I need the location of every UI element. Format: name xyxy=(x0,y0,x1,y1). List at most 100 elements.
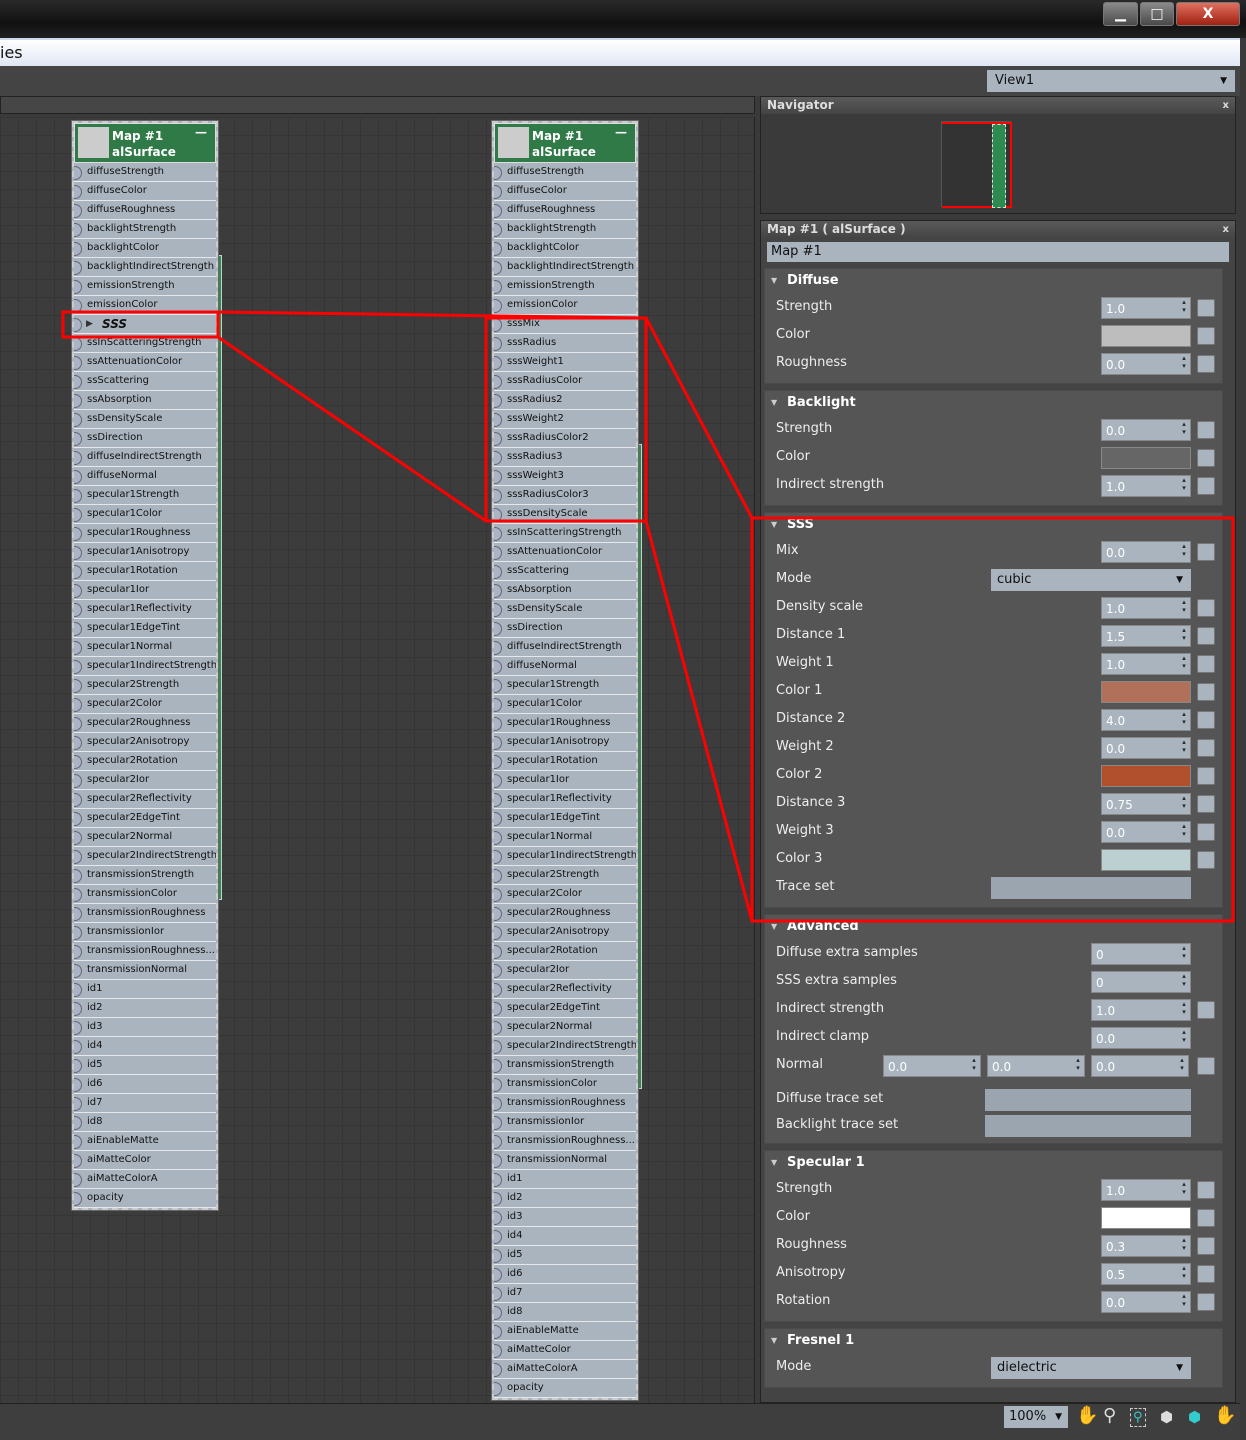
input-port[interactable]: transmissionStrength xyxy=(494,1056,636,1075)
input-port[interactable]: emissionColor xyxy=(494,296,636,315)
map-button[interactable] xyxy=(1197,477,1215,495)
node-header[interactable]: Map #1 alSurface — xyxy=(494,123,636,163)
input-port[interactable]: id5 xyxy=(494,1246,636,1265)
map-button[interactable] xyxy=(1197,739,1215,757)
input-port[interactable]: specular1Rotation xyxy=(494,752,636,771)
input-port[interactable]: specular1Reflectivity xyxy=(494,790,636,809)
input-port[interactable]: id5 xyxy=(74,1056,216,1075)
input-port[interactable]: diffuseIndirectStrength xyxy=(494,638,636,657)
value-spinner[interactable]: 0.0 xyxy=(1101,353,1191,375)
input-port[interactable]: diffuseStrength xyxy=(74,163,216,182)
input-port[interactable]: specular2EdgeTint xyxy=(494,999,636,1018)
map-name-field[interactable]: Map #1 xyxy=(767,242,1229,262)
map-button[interactable] xyxy=(1197,851,1215,869)
collapse-button[interactable]: — xyxy=(195,125,207,139)
input-port[interactable]: specular1Strength xyxy=(74,486,216,505)
input-port[interactable]: sssDensityScale xyxy=(494,505,636,524)
input-port[interactable]: specular2Normal xyxy=(74,828,216,847)
input-port[interactable]: specular2Ior xyxy=(74,771,216,790)
value-spinner[interactable]: 1.0 xyxy=(1101,1179,1191,1201)
input-port[interactable]: specular1Rotation xyxy=(74,562,216,581)
close-icon[interactable]: x xyxy=(1223,221,1229,238)
value-spinner[interactable]: 1.5 xyxy=(1101,625,1191,647)
input-port[interactable]: aiMatteColor xyxy=(74,1151,216,1170)
zoom-region-icon[interactable]: ⚲ xyxy=(1130,1408,1146,1427)
mode-dropdown[interactable]: cubic xyxy=(991,569,1191,591)
map-button[interactable] xyxy=(1197,683,1215,701)
input-port[interactable]: ssInScatteringStrength xyxy=(74,334,216,353)
pan-mode-hand-icon[interactable]: ✋ xyxy=(1214,1405,1236,1426)
input-port[interactable]: id7 xyxy=(494,1284,636,1303)
input-port[interactable]: specular2Rotation xyxy=(74,752,216,771)
input-port[interactable]: id3 xyxy=(74,1018,216,1037)
input-port[interactable]: transmissionRoughness xyxy=(494,1094,636,1113)
input-port[interactable]: specular1Anisotropy xyxy=(74,543,216,562)
input-port[interactable]: ssAbsorption xyxy=(74,391,216,410)
input-port[interactable]: aiMatteColorA xyxy=(74,1170,216,1189)
input-port[interactable]: backlightStrength xyxy=(494,220,636,239)
node-map1-left[interactable]: Map #1 alSurface — diffuseStrength diffuseCo… xyxy=(71,120,219,1211)
input-port[interactable]: ssScattering xyxy=(494,562,636,581)
input-port[interactable]: specular1EdgeTint xyxy=(74,619,216,638)
input-port[interactable]: specular2IndirectStrength xyxy=(74,847,216,866)
input-port[interactable]: specular2Rotation xyxy=(494,942,636,961)
input-port[interactable]: backlightColor xyxy=(74,239,216,258)
minimize-button[interactable]: ▁ xyxy=(1103,2,1138,26)
value-spinner[interactable]: 4.0 xyxy=(1101,709,1191,731)
map-button[interactable] xyxy=(1197,1237,1215,1255)
collapse-button[interactable]: — xyxy=(615,125,627,139)
input-port[interactable]: sssRadiusColor3 xyxy=(494,486,636,505)
input-port[interactable]: specular2Strength xyxy=(494,866,636,885)
input-port[interactable]: backlightIndirectStrength xyxy=(74,258,216,277)
map-button[interactable] xyxy=(1197,1293,1215,1311)
input-port[interactable]: transmissionColor xyxy=(74,885,216,904)
input-port[interactable]: specular1Normal xyxy=(74,638,216,657)
input-port[interactable]: ssDensityScale xyxy=(74,410,216,429)
input-port[interactable]: specular1Color xyxy=(74,505,216,524)
trace-set-field[interactable] xyxy=(985,1089,1191,1111)
input-port[interactable]: sssRadius xyxy=(494,334,636,353)
input-port[interactable]: specular2Strength xyxy=(74,676,216,695)
input-port[interactable]: id1 xyxy=(74,980,216,999)
zoom-select[interactable]: 100% ▼ xyxy=(1004,1406,1068,1428)
map-button[interactable] xyxy=(1197,795,1215,813)
color-swatch[interactable] xyxy=(1101,447,1191,469)
rollout-header[interactable]: Backlight xyxy=(765,391,1222,415)
zoom-extents-selected-icon[interactable]: ⬢ xyxy=(1188,1408,1201,1426)
map-button[interactable] xyxy=(1197,711,1215,729)
input-port[interactable]: transmissionColor xyxy=(494,1075,636,1094)
input-port[interactable]: sssRadius2 xyxy=(494,391,636,410)
input-port[interactable]: diffuseColor xyxy=(494,182,636,201)
input-port[interactable]: emissionStrength xyxy=(494,277,636,296)
map-button[interactable] xyxy=(1197,543,1215,561)
value-spinner[interactable]: 0.0 xyxy=(1101,737,1191,759)
rollout-header[interactable]: Diffuse xyxy=(765,269,1222,293)
input-port[interactable]: ssInScatteringStrength xyxy=(494,524,636,543)
input-port[interactable]: specular1Reflectivity xyxy=(74,600,216,619)
input-port[interactable]: specular1Strength xyxy=(494,676,636,695)
input-port[interactable]: specular1Color xyxy=(494,695,636,714)
zoom-icon[interactable]: ⚲ xyxy=(1103,1405,1116,1426)
node-header[interactable]: Map #1 alSurface — xyxy=(74,123,216,163)
value-spinner[interactable]: 1.0 xyxy=(1101,653,1191,675)
input-port[interactable]: sssWeight3 xyxy=(494,467,636,486)
input-port[interactable]: transmissionNormal xyxy=(494,1151,636,1170)
trace-set-field[interactable] xyxy=(991,877,1191,899)
input-port[interactable]: aiEnableMatte xyxy=(74,1132,216,1151)
value-spinner[interactable]: 1.0 xyxy=(1101,597,1191,619)
map-button[interactable] xyxy=(1197,299,1215,317)
value-spinner[interactable]: 0.0 xyxy=(1101,541,1191,563)
rollout-header[interactable]: SSS xyxy=(765,513,1222,537)
pan-hand-icon[interactable]: ✋ xyxy=(1076,1405,1098,1426)
input-port[interactable]: specular2Anisotropy xyxy=(74,733,216,752)
map-button[interactable] xyxy=(1197,599,1215,617)
maximize-button[interactable]: □ xyxy=(1140,2,1174,26)
input-port[interactable]: sssRadiusColor xyxy=(494,372,636,391)
map-button[interactable] xyxy=(1197,1181,1215,1199)
rollout-header[interactable]: Specular 1 xyxy=(765,1151,1222,1175)
input-port[interactable]: specular2Reflectivity xyxy=(74,790,216,809)
value-spinner[interactable]: 0 xyxy=(1091,943,1191,965)
input-port[interactable]: emissionStrength xyxy=(74,277,216,296)
view-select[interactable]: View1 ▼ xyxy=(987,70,1235,92)
input-port[interactable]: specular2Roughness xyxy=(494,904,636,923)
